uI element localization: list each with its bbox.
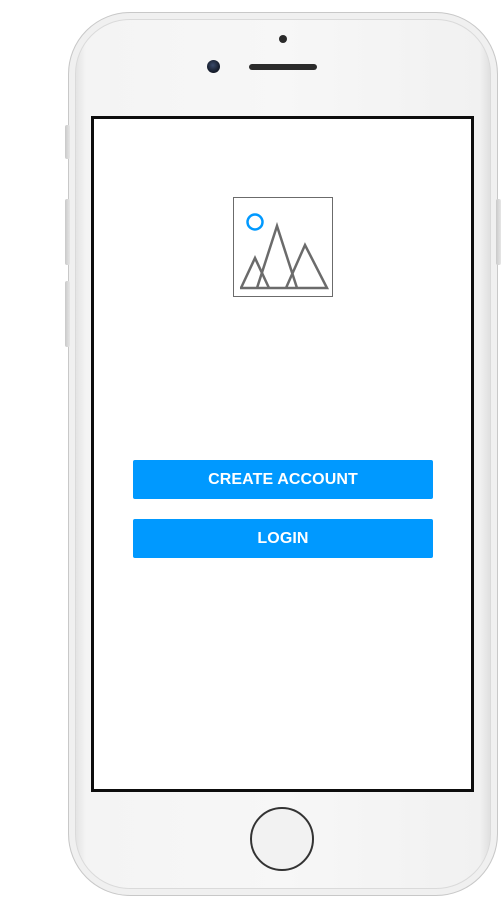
login-label: LOGIN <box>257 529 309 547</box>
create-account-button[interactable]: CREATE ACCOUNT <box>133 460 433 499</box>
earpiece-speaker <box>249 64 317 70</box>
side-power-button <box>496 199 501 265</box>
side-volume-up <box>65 199 70 265</box>
side-volume-down <box>65 281 70 347</box>
image-placeholder <box>233 197 333 297</box>
right-mountain-icon <box>240 242 330 290</box>
sun-circle-icon <box>246 213 264 231</box>
front-camera <box>207 60 220 73</box>
create-account-label: CREATE ACCOUNT <box>208 470 358 488</box>
login-button[interactable]: LOGIN <box>133 519 433 558</box>
image-placeholder-icon <box>239 213 330 290</box>
home-button[interactable] <box>250 807 314 871</box>
front-sensor <box>279 35 287 43</box>
side-mute-switch <box>65 125 70 159</box>
